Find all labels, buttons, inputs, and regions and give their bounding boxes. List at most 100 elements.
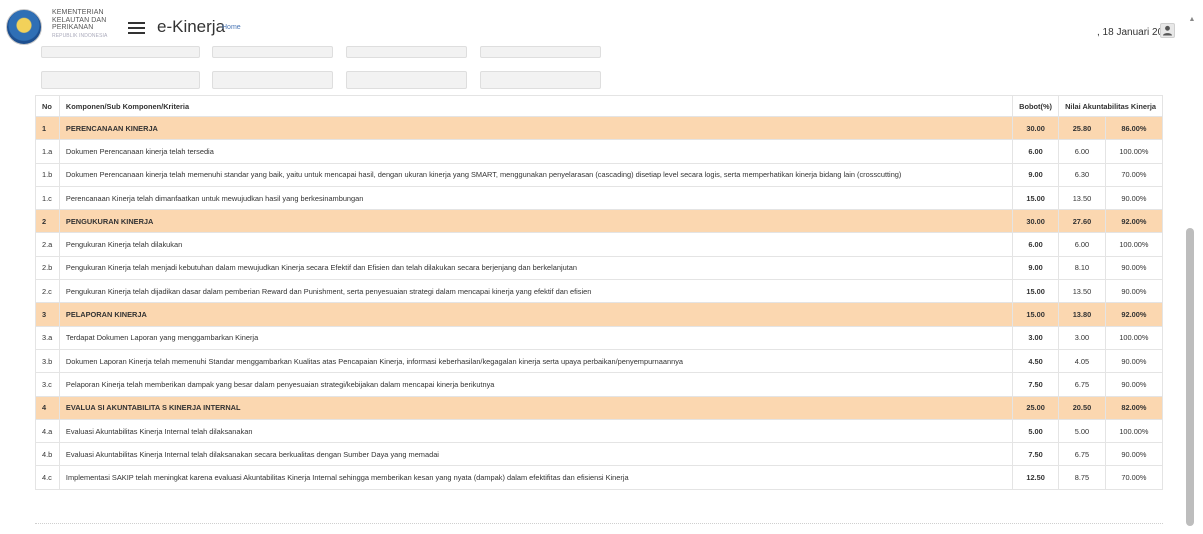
filter-box-3-top[interactable] xyxy=(346,46,467,58)
row-value: 8.10 xyxy=(1058,255,1106,281)
scroll-up-arrow-icon[interactable]: ▲ xyxy=(1188,16,1196,24)
footer-divider xyxy=(35,523,1163,524)
row-percent: 100.00% xyxy=(1104,325,1164,350)
row-percent: 90.00% xyxy=(1104,185,1164,211)
row-weight: 6.00 xyxy=(1012,139,1060,164)
row-criteria: Dokumen Perencanaan kinerja telah tersed… xyxy=(58,139,1014,164)
table-row: 4.a Evaluasi Akuntabilitas Kinerja Intern… xyxy=(35,418,1164,444)
row-percent: 90.00% xyxy=(1104,255,1164,281)
hamburger-menu-icon[interactable] xyxy=(128,22,145,35)
row-percent: 100.00% xyxy=(1104,139,1164,164)
row-value: 6.30 xyxy=(1058,162,1106,187)
row-weight: 30.00 xyxy=(1012,209,1060,234)
row-number: 4.b xyxy=(35,442,60,467)
row-criteria: Dokumen Laporan Kinerja telah memenuhi S… xyxy=(58,348,1014,374)
row-weight: 30.00 xyxy=(1012,115,1060,141)
row-percent: 92.00% xyxy=(1104,209,1164,234)
row-number: 1.a xyxy=(35,139,60,164)
ministry-line-2: KELAUTAN DAN xyxy=(52,16,107,24)
row-percent: 70.00% xyxy=(1104,162,1164,187)
user-menu-button[interactable] xyxy=(1160,23,1175,38)
table-row: 2.c Pengukuran Kinerja telah dijadikan da… xyxy=(35,279,1164,304)
row-number: 4.c xyxy=(35,465,60,490)
column-header-criteria: Komponen/Sub Komponen/Kriteria xyxy=(58,95,1014,117)
table-body: 1 PERENCANAAN KINERJA 30.00 25.80 86.00% 1.a D… xyxy=(35,115,1164,490)
filter-box-2-top[interactable] xyxy=(212,46,333,58)
row-criteria: Pengukuran Kinerja telah menjadi kebutuh… xyxy=(58,255,1014,281)
row-value: 6.75 xyxy=(1058,442,1106,467)
row-percent: 100.00% xyxy=(1104,232,1164,257)
row-criteria: Terdapat Dokumen Laporan yang menggambar… xyxy=(58,325,1014,350)
row-value: 8.75 xyxy=(1058,465,1106,490)
row-weight: 15.00 xyxy=(1012,185,1060,211)
row-weight: 3.00 xyxy=(1012,325,1060,350)
row-percent: 82.00% xyxy=(1104,395,1164,420)
row-value: 5.00 xyxy=(1058,418,1106,444)
table-section-row: 3 PELAPORAN KINERJA 15.00 13.80 92.00% xyxy=(35,302,1164,327)
table-row: 4.b Evaluasi Akuntabilitas Kinerja Intern… xyxy=(35,442,1164,467)
table-header-row: No Komponen/Sub Komponen/Kriteria Bobot(… xyxy=(35,95,1163,117)
app-title: e-Kinerja xyxy=(157,17,226,36)
row-value: 3.00 xyxy=(1058,325,1106,350)
row-weight: 7.50 xyxy=(1012,442,1060,467)
row-criteria: Evaluasi Akuntabilitas Kinerja Internal … xyxy=(58,442,1014,467)
row-weight: 9.00 xyxy=(1012,255,1060,281)
row-weight: 4.50 xyxy=(1012,348,1060,374)
row-criteria: Pengukuran Kinerja telah dijadikan dasar… xyxy=(58,279,1014,304)
row-criteria: EVALUA SI AKUNTABILITA S KINERJA INTERNA… xyxy=(58,395,1014,420)
row-value: 25.80 xyxy=(1058,115,1106,141)
row-value: 6.00 xyxy=(1058,139,1106,164)
filter-box-4-top[interactable] xyxy=(480,46,601,58)
row-weight: 5.00 xyxy=(1012,418,1060,444)
row-number: 4 xyxy=(35,395,60,420)
row-number: 3.c xyxy=(35,372,60,397)
row-criteria: PELAPORAN KINERJA xyxy=(58,302,1014,327)
ministry-subtitle: REPUBLIK INDONESIA xyxy=(52,32,108,39)
row-percent: 100.00% xyxy=(1104,418,1164,444)
row-number: 4.a xyxy=(35,418,60,444)
breadcrumb-home-link[interactable]: Home xyxy=(222,24,241,31)
ministry-name: KEMENTERIAN KELAUTAN DAN PERIKANAN REPUB… xyxy=(52,9,107,40)
row-value: 13.50 xyxy=(1058,279,1106,304)
row-number: 1 xyxy=(35,115,60,141)
table-section-row: 1 PERENCANAAN KINERJA 30.00 25.80 86.00% xyxy=(35,115,1164,141)
row-weight: 15.00 xyxy=(1012,279,1060,304)
row-number: 3 xyxy=(35,302,60,327)
user-icon xyxy=(1163,25,1172,36)
table-row: 1.c Perencanaan Kinerja telah dimanfaatka… xyxy=(35,185,1164,211)
table-row: 1.b Dokumen Perencanaan kinerja telah mem… xyxy=(35,162,1164,187)
row-percent: 90.00% xyxy=(1104,372,1164,397)
filter-box-3[interactable] xyxy=(346,71,467,89)
row-criteria: Dokumen Perencanaan kinerja telah memenu… xyxy=(58,162,1014,187)
row-weight: 6.00 xyxy=(1012,232,1060,257)
table-row: 2.a Pengukuran Kinerja telah dilakukan 6.0… xyxy=(35,232,1164,257)
table-row: 2.b Pengukuran Kinerja telah menjadi kebu… xyxy=(35,255,1164,281)
row-percent: 90.00% xyxy=(1104,442,1164,467)
filter-box-2[interactable] xyxy=(212,71,333,89)
row-number: 2.b xyxy=(35,255,60,281)
row-number: 1.c xyxy=(35,185,60,211)
row-weight: 12.50 xyxy=(1012,465,1060,490)
table-row: 3.a Terdapat Dokumen Laporan yang menggam… xyxy=(35,325,1164,350)
filter-box-1[interactable] xyxy=(41,71,200,89)
table-section-row: 2 PENGUKURAN KINERJA 30.00 27.60 92.00% xyxy=(35,209,1164,234)
row-weight: 7.50 xyxy=(1012,372,1060,397)
vertical-scrollbar-thumb[interactable] xyxy=(1186,228,1194,526)
row-value: 6.00 xyxy=(1058,232,1106,257)
row-criteria: Pengukuran Kinerja telah dilakukan xyxy=(58,232,1014,257)
row-percent: 92.00% xyxy=(1104,302,1164,327)
row-weight: 9.00 xyxy=(1012,162,1060,187)
row-value: 4.05 xyxy=(1058,348,1106,374)
row-criteria: Pelaporan Kinerja telah memberikan dampa… xyxy=(58,372,1014,397)
row-number: 2.a xyxy=(35,232,60,257)
filter-box-4[interactable] xyxy=(480,71,601,89)
filter-box-1-top[interactable] xyxy=(41,46,200,58)
row-value: 20.50 xyxy=(1058,395,1106,420)
ministry-line-1: KEMENTERIAN xyxy=(52,9,104,16)
evaluation-table: No Komponen/Sub Komponen/Kriteria Bobot(… xyxy=(35,95,1164,490)
ministry-line-3: PERIKANAN xyxy=(52,24,94,31)
table-section-row: 4 EVALUA SI AKUNTABILITA S KINERJA INTERN… xyxy=(35,395,1164,420)
top-navbar: KEMENTERIAN KELAUTAN DAN PERIKANAN REPUB… xyxy=(0,0,1203,45)
row-criteria: Implementasi SAKIP telah meningkat karen… xyxy=(58,465,1014,490)
row-value: 6.75 xyxy=(1058,372,1106,397)
